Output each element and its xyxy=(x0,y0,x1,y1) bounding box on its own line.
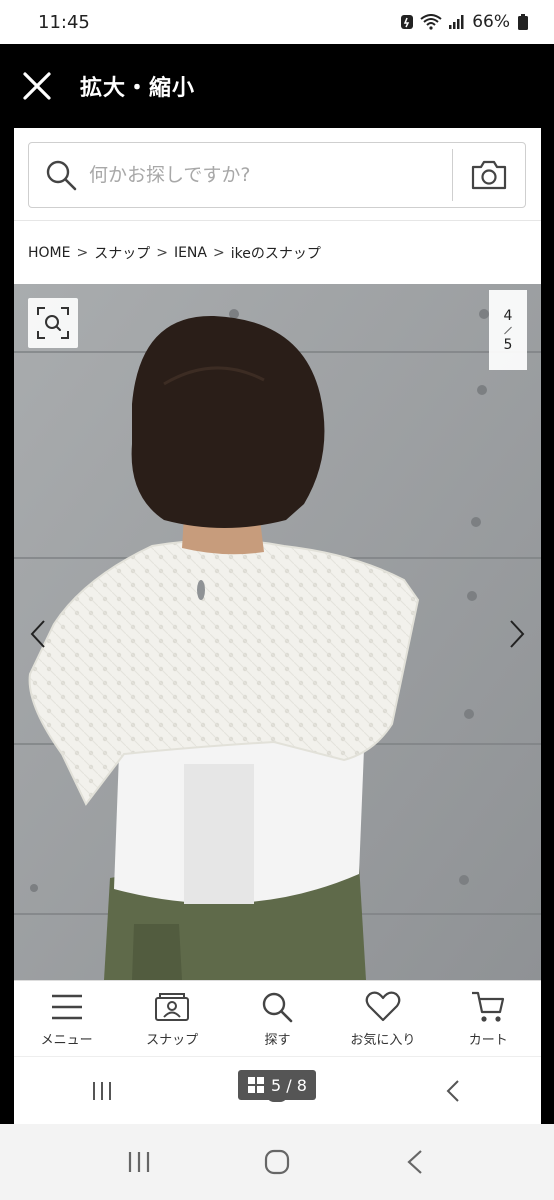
snap-photo-image xyxy=(14,284,541,980)
search-bar xyxy=(28,142,526,208)
nav-cart[interactable]: カート xyxy=(438,989,538,1048)
bottom-nav: メニュー スナップ 探す お気に入り カート xyxy=(14,980,541,1056)
heart-icon xyxy=(365,989,401,1025)
nav-snap-label: スナップ xyxy=(146,1033,199,1048)
pager-divider xyxy=(504,326,512,334)
close-icon xyxy=(23,72,51,100)
snap-icon xyxy=(154,989,190,1025)
breadcrumb-separator: > xyxy=(156,245,168,261)
nav-search[interactable]: 探す xyxy=(227,989,327,1048)
nav-cart-label: カート xyxy=(468,1033,508,1048)
chevron-right-icon xyxy=(510,620,525,648)
image-counter-text: 5 / 8 xyxy=(271,1075,307,1095)
grid-icon xyxy=(248,1077,265,1093)
photo-prev-button[interactable] xyxy=(26,614,50,654)
close-button[interactable] xyxy=(18,67,56,105)
battery-icon xyxy=(518,14,528,30)
pager-current: 4 xyxy=(503,307,513,324)
breadcrumb: HOME > スナップ > IENA > ikeのスナップ xyxy=(28,243,321,263)
nav-menu[interactable]: メニュー xyxy=(17,989,117,1048)
status-bar: 11:45 66% xyxy=(0,0,554,44)
nav-snap[interactable]: スナップ xyxy=(122,989,222,1048)
signal-icon xyxy=(449,15,464,29)
breadcrumb-current: ikeのスナップ xyxy=(230,246,321,262)
status-right: 66% xyxy=(400,12,528,32)
search-input[interactable] xyxy=(89,164,429,186)
wifi-icon xyxy=(420,14,442,30)
camera-icon xyxy=(471,160,507,190)
app-bar: 拡大・縮小 xyxy=(0,44,554,128)
home-button[interactable] xyxy=(247,1137,307,1187)
nav-favorites-label: お気に入り xyxy=(350,1033,416,1048)
zoomable-image-frame[interactable]: HOME > スナップ > IENA > ikeのスナップ xyxy=(14,128,541,1124)
nav-menu-label: メニュー xyxy=(40,1033,93,1048)
home-icon xyxy=(264,1149,290,1175)
inner-recents-button xyxy=(72,1071,132,1111)
search-icon xyxy=(259,989,295,1025)
back-icon xyxy=(446,1079,459,1102)
photo-next-button[interactable] xyxy=(505,614,529,654)
camera-search-button[interactable] xyxy=(453,142,525,208)
breadcrumb-separator: > xyxy=(76,245,89,261)
system-nav-bar xyxy=(0,1124,554,1200)
search-icon[interactable] xyxy=(41,155,81,195)
status-time: 11:45 xyxy=(38,11,90,33)
cart-icon xyxy=(470,989,506,1025)
breadcrumb-snap[interactable]: スナップ xyxy=(94,243,150,263)
notification-icon xyxy=(401,15,414,29)
image-zoom-button[interactable] xyxy=(28,298,78,348)
back-icon xyxy=(407,1150,422,1174)
status-icons xyxy=(400,14,464,30)
recents-button[interactable] xyxy=(109,1137,169,1187)
breadcrumb-brand[interactable]: IENA xyxy=(174,245,207,261)
photo-pager: 4 5 xyxy=(489,290,527,370)
breadcrumb-home[interactable]: HOME xyxy=(28,245,70,261)
inner-back-button xyxy=(423,1071,483,1111)
battery-text: 66% xyxy=(472,12,510,32)
image-counter[interactable]: 5 / 8 xyxy=(238,1070,316,1100)
recents-icon xyxy=(92,1081,111,1100)
nav-favorites[interactable]: お気に入り xyxy=(333,989,433,1048)
snap-photo[interactable]: 4 5 xyxy=(14,284,541,980)
zoom-search-icon xyxy=(37,307,69,339)
back-button[interactable] xyxy=(385,1137,445,1187)
nav-search-label: 探す xyxy=(264,1033,291,1048)
chevron-left-icon xyxy=(30,620,45,648)
page-title: 拡大・縮小 xyxy=(80,76,196,101)
recents-icon xyxy=(128,1152,150,1172)
menu-icon xyxy=(49,989,85,1025)
breadcrumb-separator: > xyxy=(212,245,225,261)
pager-total: 5 xyxy=(503,336,513,353)
divider xyxy=(14,220,541,221)
